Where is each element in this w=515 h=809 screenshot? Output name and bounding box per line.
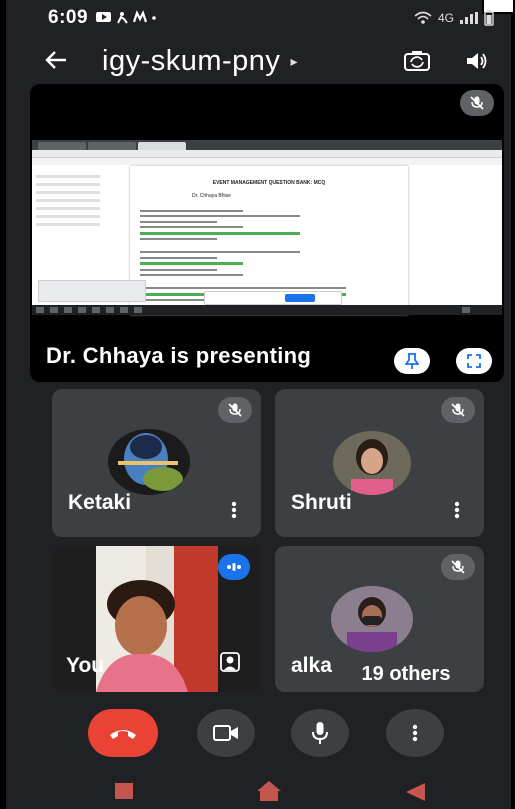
status-time: 6:09 bbox=[48, 7, 89, 28]
back-triangle-icon bbox=[406, 783, 425, 801]
mute-indicator bbox=[441, 554, 475, 580]
doc-title: EVENT MANAGEMENT QUESTION BANK: MCQ bbox=[212, 180, 326, 186]
presenting-label: Dr. Chhaya is presenting bbox=[46, 343, 312, 368]
doc-line bbox=[140, 226, 244, 228]
browser-tab-active bbox=[138, 142, 186, 150]
doc-line-highlight bbox=[140, 231, 300, 235]
avatar-image bbox=[333, 431, 411, 495]
audio-level-icon bbox=[227, 563, 241, 571]
participant-name: You bbox=[66, 654, 105, 677]
back-nav-button[interactable] bbox=[404, 782, 426, 807]
network-type: 4G bbox=[437, 11, 454, 25]
mute-indicator bbox=[218, 397, 252, 423]
meeting-code[interactable]: igy-skum-pny bbox=[102, 45, 280, 78]
shared-screen: EVENT MANAGEMENT QUESTION BANK: MCQ Dr. … bbox=[32, 140, 502, 315]
switch-camera-button[interactable] bbox=[400, 44, 434, 78]
more-vert-icon bbox=[412, 724, 418, 742]
more-options-button[interactable] bbox=[231, 501, 237, 519]
speaking-indicator bbox=[218, 554, 250, 580]
avatar-image bbox=[108, 429, 190, 495]
mic-off-icon bbox=[228, 403, 242, 417]
speaker-icon bbox=[467, 53, 487, 69]
presenter-mute-indicator bbox=[460, 90, 494, 116]
mic-off-icon bbox=[451, 403, 465, 417]
mic-off-icon bbox=[451, 560, 465, 574]
avatar bbox=[333, 431, 411, 495]
doc-line bbox=[140, 238, 218, 240]
pin-button[interactable] bbox=[394, 348, 430, 374]
home-button[interactable] bbox=[256, 780, 282, 807]
effects-button[interactable] bbox=[219, 651, 241, 678]
more-vert-icon bbox=[454, 501, 460, 519]
back-button[interactable] bbox=[36, 45, 76, 77]
signal-icon bbox=[460, 12, 478, 24]
effects-icon bbox=[220, 652, 240, 672]
doc-author: Dr. Chhaya Bhise bbox=[192, 193, 231, 199]
android-nav-bar bbox=[14, 770, 504, 809]
more-vert-icon bbox=[231, 501, 237, 519]
avatar bbox=[331, 586, 413, 652]
speaker-button[interactable] bbox=[460, 44, 494, 78]
more-options-button[interactable] bbox=[386, 709, 444, 757]
status-right: 4G bbox=[414, 10, 494, 26]
camera-switch-icon bbox=[404, 51, 430, 71]
participant-tile-shruti[interactable]: Shruti bbox=[275, 389, 484, 537]
os-taskbar bbox=[32, 305, 502, 315]
pin-icon bbox=[405, 353, 419, 369]
doc-line bbox=[140, 256, 218, 259]
drive-sidebar bbox=[36, 170, 128, 290]
participant-name: Shruti bbox=[291, 491, 352, 514]
doc-line bbox=[140, 215, 300, 217]
doc-line bbox=[140, 268, 218, 271]
mute-indicator bbox=[441, 397, 475, 423]
participant-tile-ketaki[interactable]: Ketaki bbox=[52, 389, 261, 537]
browser-tab bbox=[88, 142, 136, 150]
avatar-image bbox=[331, 586, 413, 652]
mic-button[interactable] bbox=[291, 709, 349, 757]
mic-icon bbox=[312, 722, 328, 744]
doc-line bbox=[140, 274, 244, 276]
fullscreen-icon bbox=[467, 354, 481, 368]
participant-tile-you[interactable]: You bbox=[52, 546, 261, 692]
participant-name: alka bbox=[291, 654, 332, 677]
mic-off-icon bbox=[470, 96, 484, 110]
home-icon bbox=[257, 781, 281, 801]
phone-hangup-icon bbox=[110, 730, 136, 739]
notification-popup bbox=[38, 280, 146, 302]
wifi-icon bbox=[414, 11, 432, 24]
recents-button[interactable] bbox=[114, 782, 134, 805]
arrow-left-icon bbox=[45, 51, 66, 69]
camera-button[interactable] bbox=[197, 709, 255, 757]
doc-line-highlight bbox=[140, 262, 244, 265]
presentation-tile[interactable]: EVENT MANAGEMENT QUESTION BANK: MCQ Dr. … bbox=[30, 84, 504, 382]
status-bar: 6:09 4G bbox=[14, 0, 494, 36]
camera-icon bbox=[213, 725, 238, 741]
avatar bbox=[108, 429, 190, 495]
fullscreen-button[interactable] bbox=[456, 348, 492, 374]
browser-tabs bbox=[32, 140, 186, 150]
notification-icons bbox=[96, 9, 156, 27]
doc-line bbox=[140, 209, 244, 212]
more-options-button[interactable] bbox=[454, 501, 460, 519]
doc-line bbox=[140, 287, 347, 289]
browser-tab bbox=[38, 142, 86, 150]
doc-line bbox=[140, 251, 300, 253]
others-count-badge[interactable]: 19 others bbox=[340, 658, 472, 690]
doc-line bbox=[140, 220, 218, 223]
recents-icon bbox=[115, 783, 133, 799]
battery-icon bbox=[484, 10, 494, 26]
meeting-header: igy-skum-pny ▸ bbox=[14, 36, 504, 86]
caret-right-icon[interactable]: ▸ bbox=[290, 53, 297, 70]
address-bar bbox=[32, 150, 502, 158]
notification-glyphs-icon bbox=[96, 9, 156, 24]
bookmarks-bar bbox=[32, 158, 502, 165]
participant-name: Ketaki bbox=[68, 491, 132, 514]
end-call-button[interactable] bbox=[88, 709, 158, 757]
sharing-bar bbox=[204, 291, 342, 305]
